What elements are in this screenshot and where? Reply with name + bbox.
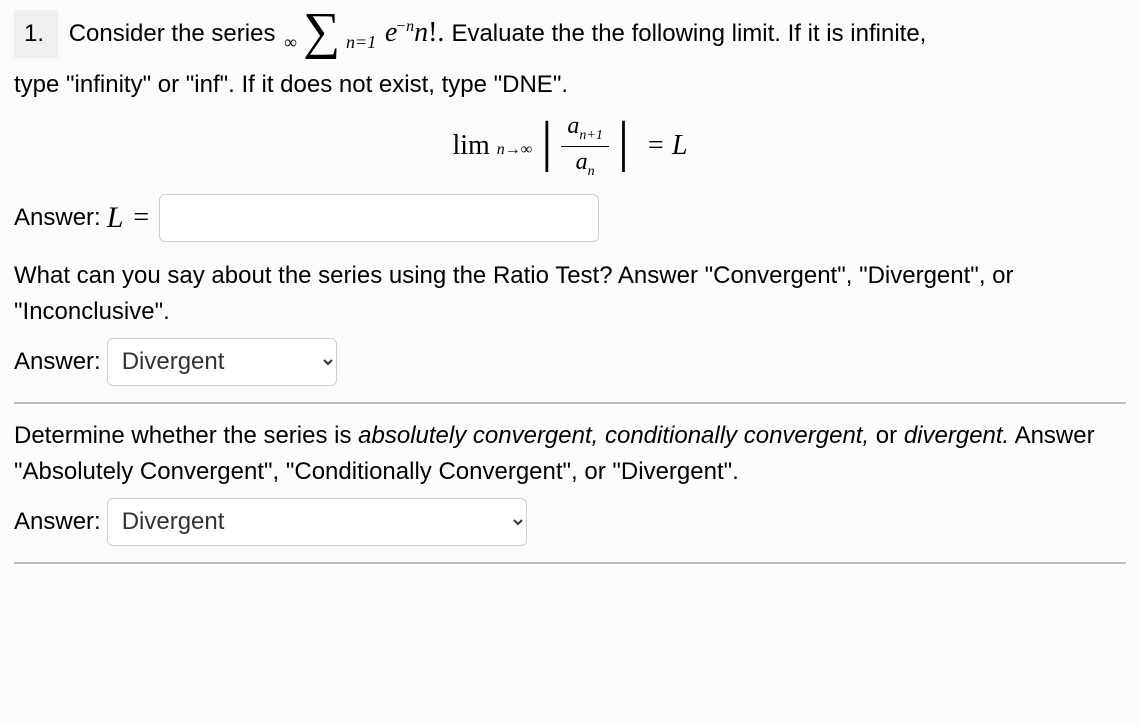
absolute-convergence-question: Determine whether the series is absolute… (14, 418, 1126, 490)
answer-L-row: Answer: L = (14, 194, 1126, 242)
answer-label: Answer: (14, 204, 101, 232)
divider (14, 562, 1126, 564)
problem-number: 1. (14, 10, 58, 58)
divider (14, 402, 1126, 404)
series-upper-limit: ∞ (284, 32, 297, 52)
ratio-test-select[interactable]: ConvergentDivergentInconclusive (107, 338, 337, 386)
series-notation: ∞ ∑ n=1 (284, 10, 376, 59)
intro-text-a: Consider the series (69, 20, 276, 47)
equals-L: = L (638, 130, 687, 161)
answer-label: Answer: (14, 348, 101, 376)
limit-operator: lim n→∞ (452, 130, 532, 162)
problem-statement-line1: 1. Consider the series ∞ ∑ n=1 e−nn!. Ev… (14, 10, 1126, 59)
sigma-symbol: ∑ (303, 3, 340, 60)
limit-expression: lim n→∞ | an+1 an | = L (14, 111, 1126, 182)
abs-bar-right: | (616, 110, 631, 174)
answer-abs-row: Answer: Absolutely ConvergentConditional… (14, 498, 1126, 546)
L-symbol: L (107, 201, 124, 235)
equals-symbol: = (129, 202, 153, 234)
series-term: e−nn!. (385, 17, 452, 48)
ratio-fraction: an+1 an (561, 111, 608, 182)
series-lower-limit: n=1 (346, 32, 376, 52)
answer-label: Answer: (14, 508, 101, 536)
abs-bar-left: | (539, 110, 554, 174)
answer-ratio-row: Answer: ConvergentDivergentInconclusive (14, 338, 1126, 386)
intro-text-b: Evaluate the the following limit. If it … (451, 20, 926, 47)
absolute-convergence-select[interactable]: Absolutely ConvergentConditionally Conve… (107, 498, 527, 546)
problem-statement-line2: type "infinity" or "inf". If it does not… (14, 67, 1126, 103)
ratio-test-question: What can you say about the series using … (14, 258, 1126, 330)
L-input[interactable] (159, 194, 599, 242)
